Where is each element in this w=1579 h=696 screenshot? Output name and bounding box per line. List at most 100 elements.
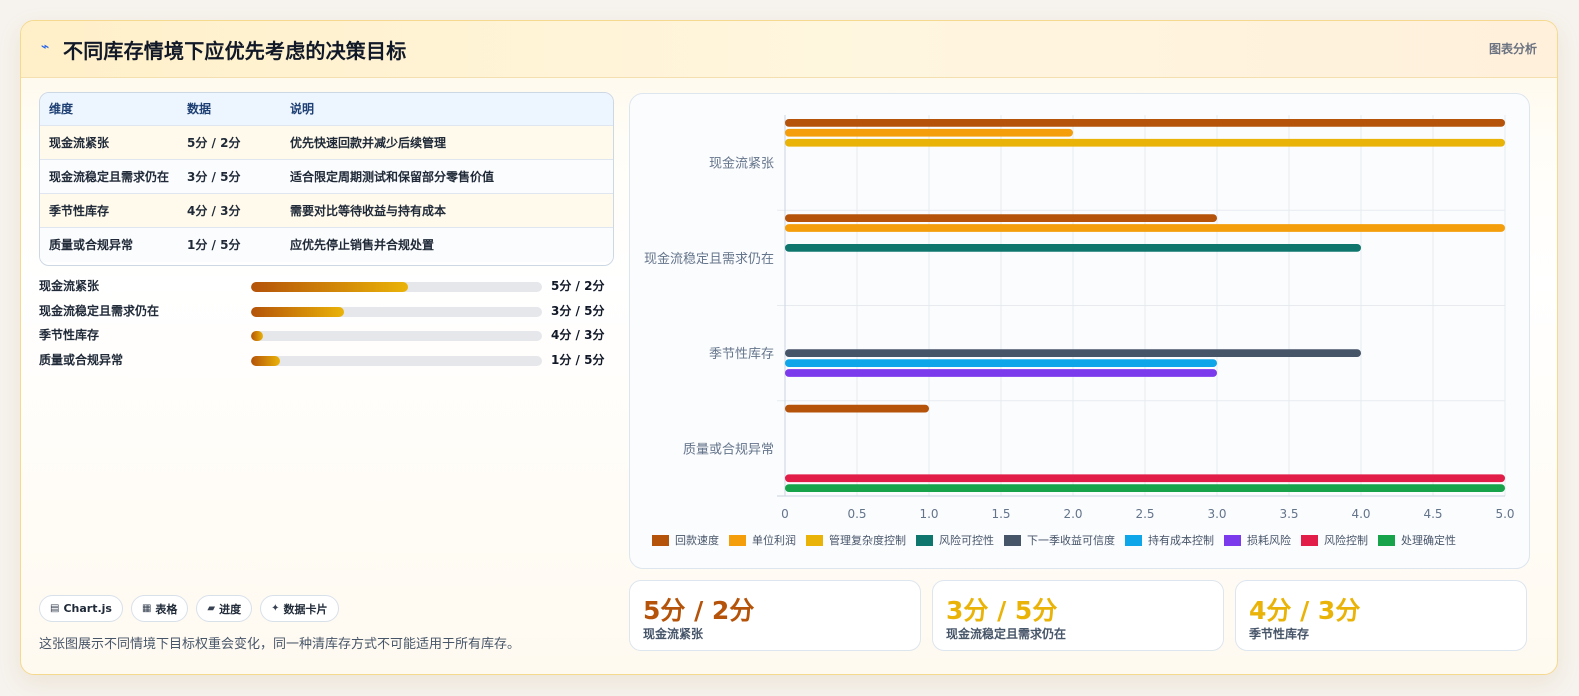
progress-label: 现金流稳定且需求仍在 [39, 303, 160, 318]
summary-table: 维度 数据 说明 现金流紧张 5分 / 2分 优先快速回款并减少后续管理 现金流… [39, 92, 614, 266]
chart-footnote: 这张图展示不同情境下目标权重会变化，同一种清库存方式不可能适用于所有库存。 [39, 637, 521, 652]
progress-track [251, 331, 542, 341]
feature-tags: ▤ Chart.js ▦ 表格 ▰ 进度 ✦ 数据卡片 [39, 595, 339, 623]
progress-list: 现金流紧张 5分 / 2分 现金流稳定且需求仍在 3分 / 5分 季节性库存 4… [39, 273, 614, 371]
chart-icon: ▤ [50, 603, 60, 614]
x-tick-label: 1.0 [919, 507, 938, 521]
table-cell-description: 应优先停止销售并合规处置 [290, 238, 435, 252]
progress-track [251, 282, 542, 292]
chart-legend: 回款速度 单位利润 管理复杂度控制 风险可控性 下一季收益可信度 持有成本控制 损耗风险 风险… [652, 532, 1512, 548]
legend-item: 下一季收益可信度 [1004, 532, 1115, 548]
progress-value: 5分 / 2分 [551, 279, 605, 293]
tag-label: 数据卡片 [283, 602, 328, 616]
bar [785, 349, 1361, 358]
tag-chartjs[interactable]: ▤ Chart.js [39, 595, 123, 622]
bar [785, 359, 1217, 367]
legend-swatch [1004, 534, 1021, 546]
x-tick-label: 4.0 [1351, 507, 1370, 521]
progress-track [251, 355, 542, 366]
legend-swatch [916, 534, 933, 546]
tag-table[interactable]: ▦ 表格 [130, 595, 189, 622]
legend-item: 单位利润 [729, 532, 796, 548]
legend-swatch [1125, 534, 1142, 546]
stat-value: 3分 / 5分 [946, 596, 1058, 625]
table-cell-dimension: 现金流紧张 [49, 136, 110, 150]
stat-card: 5分 / 2分 现金流紧张 [629, 580, 921, 651]
progress-fill [251, 282, 409, 292]
legend-item: 风险控制 [1301, 532, 1368, 548]
table-cell-description: 需要对比等待收益与持有成本 [290, 204, 447, 218]
legend-item: 损耗风险 [1224, 532, 1291, 548]
legend-label: 损耗风险 [1247, 534, 1291, 547]
table-cell-data: 1分 / 5分 [187, 238, 241, 252]
stat-label: 季节性库存 [1249, 627, 1310, 641]
bar [785, 484, 1505, 493]
legend-label: 风险可控性 [939, 534, 994, 547]
table-cell-data: 3分 / 5分 [187, 170, 241, 184]
legend-swatch [806, 534, 823, 546]
horizontal-bar-chart: 0 0.5 1.0 1.5 2.0 2.5 3.0 3.5 4.0 4.5 5.0 现金流紧张现金流稳… [644, 115, 1515, 521]
y-category-label: 质量或合规异常 [683, 442, 774, 457]
bar [785, 128, 1073, 137]
table-row: 现金流紧张 5分 / 2分 优先快速回款并减少后续管理 [40, 126, 613, 160]
chart-panel: 0 0.5 1.0 1.5 2.0 2.5 3.0 3.5 4.0 4.5 5.0 现金流紧张 现金流稳… [629, 93, 1530, 569]
x-tick-label: 3.0 [1207, 507, 1226, 521]
legend-swatch [652, 534, 669, 546]
table-cell-description: 适合限定周期测试和保留部分零售价值 [290, 170, 495, 184]
legend-label: 下一季收益可信度 [1027, 534, 1115, 547]
progress-value: 3分 / 5分 [551, 303, 605, 318]
x-tick-label: 5.0 [1495, 507, 1514, 521]
stat-card: 4分 / 3分 季节性库存 [1235, 580, 1527, 651]
table-cell-dimension: 质量或合规异常 [49, 238, 134, 252]
table-header-description: 说明 [290, 102, 315, 116]
page-title: 不同库存情境下应优先考虑的决策目标 [63, 39, 407, 63]
table-icon: ▦ [141, 603, 152, 614]
table-header-dimension: 维度 [49, 102, 74, 116]
progress-fill [251, 355, 281, 366]
tag-progress[interactable]: ▰ 进度 [196, 595, 253, 622]
legend-item: 风险可控性 [916, 532, 994, 548]
lightning-icon: ⌁ [41, 39, 50, 55]
bar [785, 244, 1361, 252]
x-tick-label: 1.5 [991, 507, 1010, 521]
analysis-card: ⌁ 不同库存情境下应优先考虑的决策目标 图表分析 维度 数据 说明 现金流紧张 … [20, 20, 1558, 675]
legend-item: 持有成本控制 [1125, 532, 1214, 548]
stat-label: 现金流紧张 [643, 627, 704, 641]
table-row: 现金流稳定且需求仍在 3分 / 5分 适合限定周期测试和保留部分零售价值 [40, 160, 613, 194]
legend-item: 回款速度 [652, 532, 719, 548]
bar [785, 474, 1505, 483]
progress-fill [251, 331, 263, 341]
card-header: ⌁ 不同库存情境下应优先考虑的决策目标 图表分析 [21, 21, 1557, 78]
stat-value: 5分 / 2分 [643, 596, 755, 625]
progress-fill [251, 306, 345, 317]
table-cell-description: 优先快速回款并减少后续管理 [290, 136, 447, 150]
tag-data-card[interactable]: ✦ 数据卡片 [260, 595, 339, 622]
x-tick-label: 2.5 [1135, 507, 1154, 521]
progress-row: 季节性库存 4分 / 3分 [39, 322, 614, 347]
legend-label: 管理复杂度控制 [829, 534, 906, 547]
x-tick-label: 4.5 [1423, 507, 1442, 521]
progress-row: 现金流稳定且需求仍在 3分 / 5分 [39, 298, 614, 323]
legend-label: 风险控制 [1324, 534, 1368, 547]
tag-label: 进度 [219, 602, 242, 616]
progress-label: 现金流紧张 [39, 279, 100, 293]
legend-swatch [1224, 534, 1241, 546]
progress-label: 季节性库存 [39, 328, 100, 342]
x-tick-label: 3.5 [1279, 507, 1298, 521]
table-row: 季节性库存 4分 / 3分 需要对比等待收益与持有成本 [40, 194, 613, 228]
y-category-label: 现金流稳定且需求仍在 [644, 251, 774, 267]
x-tick-label: 0.5 [847, 507, 866, 521]
x-tick-label: 2.0 [1063, 507, 1082, 521]
legend-label: 单位利润 [752, 534, 796, 547]
legend-label: 处理确定性 [1401, 534, 1456, 547]
progress-track [251, 306, 542, 317]
tag-label: 表格 [155, 602, 178, 616]
table-cell-dimension: 季节性库存 [49, 204, 110, 218]
table-header-data: 数据 [187, 102, 212, 116]
x-tick-label: 0 [781, 507, 789, 521]
progress-value: 4分 / 3分 [551, 328, 605, 342]
table-cell-data: 5分 / 2分 [187, 136, 241, 150]
legend-swatch [729, 534, 746, 546]
stat-value: 4分 / 3分 [1249, 596, 1361, 625]
table-row: 质量或合规异常 1分 / 5分 应优先停止销售并合规处置 [40, 228, 613, 262]
